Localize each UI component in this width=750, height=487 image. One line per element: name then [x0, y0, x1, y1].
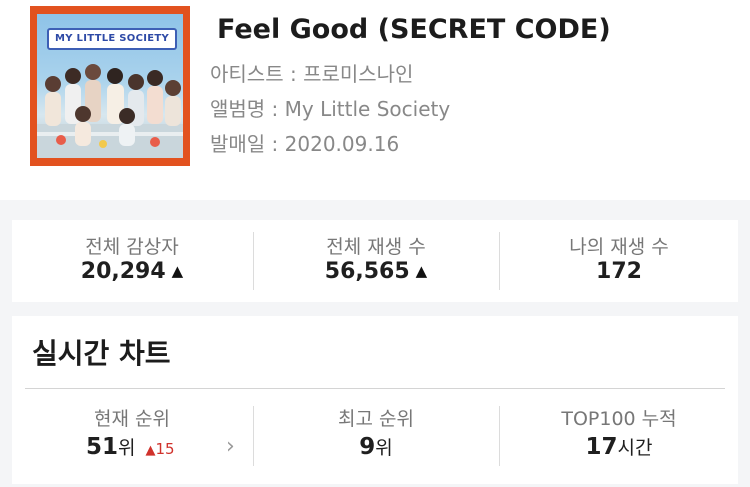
divider: [25, 388, 725, 389]
song-title: Feel Good (SECRET CODE): [217, 14, 611, 45]
best-rank-value: 9: [359, 434, 376, 460]
total-listeners-stat: 전체 감상자 20,294 ▲: [12, 220, 252, 302]
my-plays-label: 나의 재생 수: [569, 236, 669, 258]
arrow-up-icon: ▲: [415, 262, 428, 280]
top100-hours-value: 17: [585, 434, 618, 460]
album-cover-photo: MY LITTLE SOCIETY: [37, 14, 183, 158]
arrow-up-icon: ▲: [145, 443, 156, 458]
my-plays-value: 172: [596, 259, 642, 284]
artist-label: 아티스트 :: [210, 62, 304, 86]
top100-label: TOP100 누적: [561, 408, 677, 430]
my-plays-stat: 나의 재생 수 172: [500, 220, 738, 302]
chevron-right-icon[interactable]: ›: [226, 434, 235, 459]
artist-name[interactable]: 프로미스나인: [303, 62, 413, 86]
realtime-chart-card: 실시간 차트 현재 순위 51위 ▲15 › 최고 순위 9위 TOP100 누적…: [12, 316, 738, 484]
total-plays-value: 56,565 ▲: [324, 259, 428, 284]
group-photo-illustration: [37, 64, 183, 158]
release-label: 발매일 :: [210, 132, 285, 156]
total-plays-label: 전체 재생 수: [326, 236, 426, 258]
artist-row[interactable]: 아티스트 : 프로미스나인: [210, 58, 413, 87]
realtime-chart-title: 실시간 차트: [32, 337, 171, 370]
album-name[interactable]: My Little Society: [285, 97, 451, 121]
top100-row: 17시간: [500, 433, 738, 460]
album-cover-title: MY LITTLE SOCIETY: [47, 28, 177, 50]
album-cover[interactable]: MY LITTLE SOCIETY: [30, 6, 190, 166]
total-plays-stat: 전체 재생 수 56,565 ▲: [254, 220, 498, 302]
album-row[interactable]: 앨범명 : My Little Society: [210, 93, 450, 122]
current-rank-row[interactable]: 51위 ▲15: [86, 433, 175, 460]
best-rank-row: 9위: [254, 433, 498, 460]
release-row: 발매일 : 2020.09.16: [210, 128, 399, 157]
rank-change: ▲15: [145, 440, 175, 458]
rank-unit: 위: [375, 437, 393, 459]
total-listeners-value: 20,294 ▲: [80, 259, 184, 284]
stats-card: 전체 감상자 20,294 ▲ 전체 재생 수 56,565 ▲ 나의 재생 수 1…: [12, 220, 738, 302]
album-label: 앨범명 :: [210, 97, 285, 121]
current-rank-label: 현재 순위: [94, 408, 170, 430]
hours-unit: 시간: [617, 437, 653, 459]
best-rank-label: 최고 순위: [338, 408, 414, 430]
current-rank-value: 51: [86, 434, 119, 460]
release-date: 2020.09.16: [284, 132, 400, 156]
total-listeners-label: 전체 감상자: [85, 236, 179, 258]
rank-unit: 위: [118, 437, 136, 459]
song-header: MY LITTLE SOCIETY Feel Good (SECRET CODE…: [0, 0, 750, 200]
arrow-up-icon: ▲: [171, 262, 184, 280]
